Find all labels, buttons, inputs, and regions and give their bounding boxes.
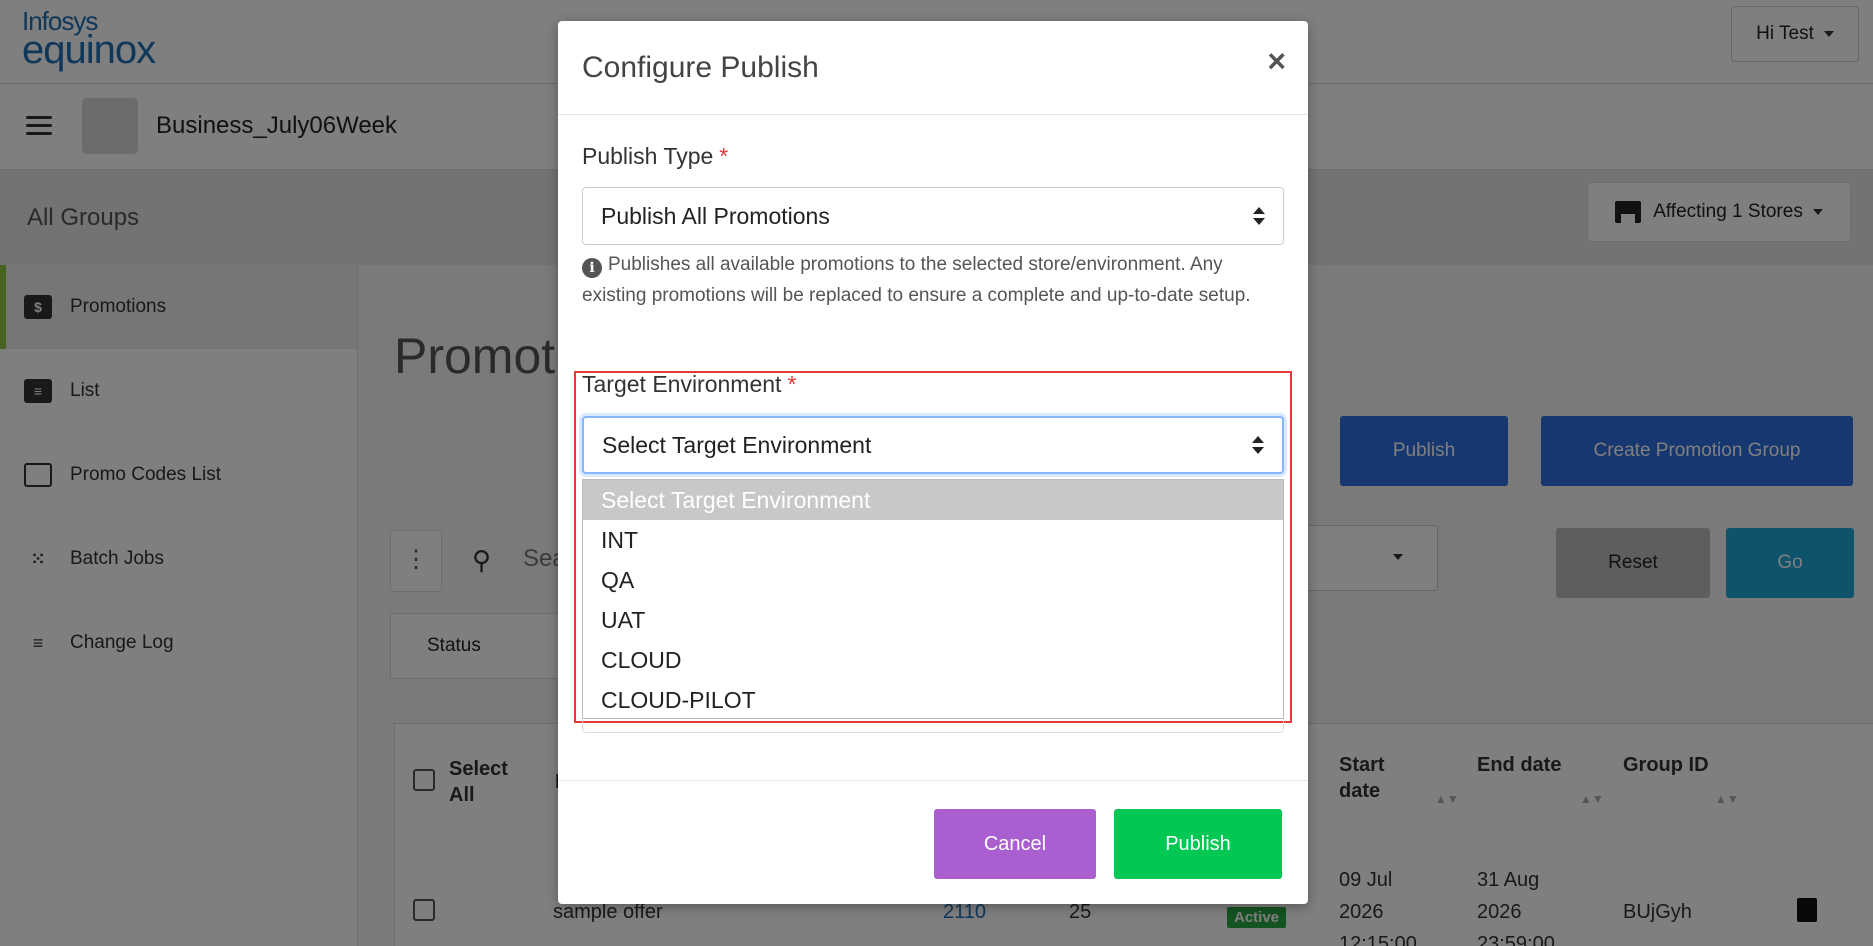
target-environment-select[interactable]: Select Target Environment bbox=[582, 416, 1284, 474]
modal-footer: Cancel Publish bbox=[558, 780, 1308, 904]
publish-type-help: i Publishes all available promotions to t… bbox=[582, 249, 1282, 311]
publish-type-label: Publish Type * bbox=[582, 143, 728, 170]
required-mark: * bbox=[787, 371, 797, 397]
option-qa[interactable]: QA bbox=[583, 560, 1283, 600]
publish-type-label-text: Publish Type bbox=[582, 143, 714, 169]
option-uat[interactable]: UAT bbox=[583, 600, 1283, 640]
option-select-target-environment[interactable]: Select Target Environment bbox=[583, 480, 1283, 520]
publish-confirm-button[interactable]: Publish bbox=[1114, 809, 1282, 879]
publish-type-value: Publish All Promotions bbox=[601, 202, 830, 229]
option-cloud[interactable]: CLOUD bbox=[583, 640, 1283, 680]
info-icon: i bbox=[582, 258, 602, 278]
option-cloud-pilot[interactable]: CLOUD-PILOT bbox=[583, 680, 1283, 720]
required-mark: * bbox=[719, 143, 729, 169]
configure-publish-modal: Configure Publish × Publish Type * Publis… bbox=[558, 21, 1308, 904]
target-environment-options: Select Target Environment INT QA UAT CLO… bbox=[582, 479, 1284, 719]
option-int[interactable]: INT bbox=[583, 520, 1283, 560]
modal-header: Configure Publish × bbox=[558, 21, 1308, 115]
target-environment-label-text: Target Environment bbox=[582, 371, 782, 397]
help-text: Publishes all available promotions to th… bbox=[582, 254, 1251, 306]
select-updown-icon bbox=[1252, 436, 1264, 454]
publish-type-select[interactable]: Publish All Promotions bbox=[582, 187, 1284, 245]
target-environment-label: Target Environment * bbox=[582, 371, 796, 398]
target-environment-value: Select Target Environment bbox=[602, 431, 872, 458]
modal-title: Configure Publish bbox=[582, 51, 819, 84]
close-icon[interactable]: × bbox=[1267, 45, 1286, 77]
cancel-button[interactable]: Cancel bbox=[934, 809, 1096, 879]
select-updown-icon bbox=[1253, 207, 1265, 225]
underlying-field-edge bbox=[582, 721, 1284, 733]
